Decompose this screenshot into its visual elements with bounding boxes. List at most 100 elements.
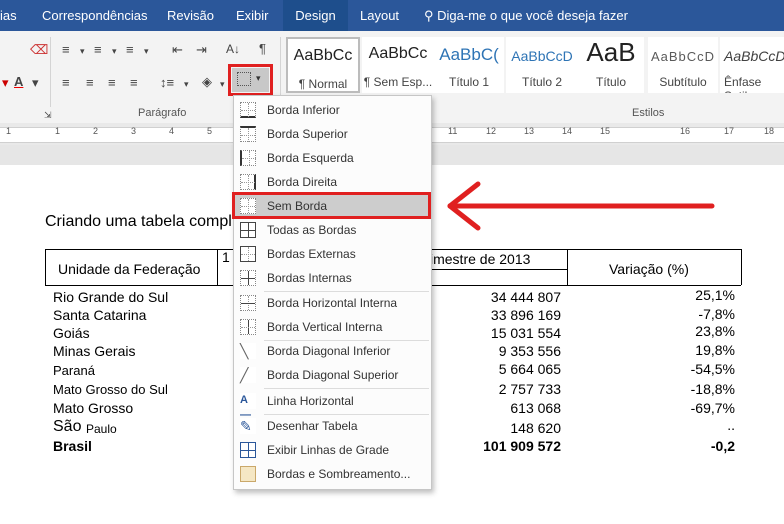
line-spacing-icon[interactable]: ↕≡ (160, 75, 174, 91)
numbering-dropdown-icon[interactable]: ▾ (112, 43, 117, 59)
paragraph-group-label: Parágrafo (138, 107, 187, 119)
align-right-icon[interactable]: ≡ (108, 75, 116, 91)
tab-correspondencias[interactable]: Correspondências (42, 0, 148, 31)
style-name: ¶ Normal (298, 77, 348, 91)
tell-me-text: Diga-me o que você deseja fazer (437, 8, 628, 23)
tab-revisao[interactable]: Revisão (167, 0, 214, 31)
menu-item-label: Desenhar Tabela (267, 419, 358, 433)
ruler-number: 4 (169, 126, 175, 136)
numbering-icon[interactable]: ≡ (94, 42, 102, 58)
menu-item-borda-horizontal-interna[interactable]: Borda Horizontal Interna (234, 291, 431, 315)
tab-referencias[interactable]: ias (0, 0, 17, 31)
tab-exibir[interactable]: Exibir (236, 0, 269, 31)
menu-item-exibir-linhas-de-grade[interactable]: Exibir Linhas de Grade (234, 438, 431, 462)
sem-borda-highlight (232, 192, 431, 219)
table-col-divider (567, 249, 568, 285)
menu-item-borda-diagonal-inferior[interactable]: ╲ Borda Diagonal Inferior (234, 339, 431, 363)
row-state: Paraná (53, 363, 95, 378)
justify-icon[interactable]: ≡ (130, 75, 138, 91)
menu-item-borda-esquerda[interactable]: Borda Esquerda (234, 146, 431, 170)
diagonal-down-border-icon: ╲ (240, 343, 256, 359)
menu-item-borda-vertical-interna[interactable]: Borda Vertical Interna (234, 315, 431, 339)
row-state: Rio Grande do Sul (53, 289, 169, 305)
menu-item-borda-direita[interactable]: Borda Direita (234, 170, 431, 194)
menu-item-bordas-internas[interactable]: Bordas Internas (234, 266, 431, 290)
style-subtitulo[interactable]: AaBbCcD Subtítulo (648, 37, 718, 93)
row-state-suffix: Paulo (86, 422, 117, 436)
style-name: Subtítulo (659, 75, 707, 89)
row-variation: -54,5% (690, 361, 735, 377)
sort-icon[interactable]: A↓ (226, 41, 240, 57)
font-dialog-launcher-icon[interactable]: ⇲ (44, 107, 52, 123)
row-variation-total: -0,2 (710, 438, 735, 454)
align-left-icon[interactable]: ≡ (62, 75, 70, 91)
increase-indent-icon[interactable]: ⇥ (196, 42, 207, 58)
menu-item-bordas-externas[interactable]: Bordas Externas (234, 242, 431, 266)
row-variation: .. (727, 417, 735, 433)
menu-item-linha-horizontal[interactable]: A— Linha Horizontal (234, 389, 431, 421)
shading-dropdown-icon[interactable]: ▾ (220, 76, 225, 92)
shading-icon[interactable]: ◈ (202, 74, 212, 90)
style-enfase-sutil[interactable]: AaBbCcDi Ênfase Sutil (720, 37, 784, 93)
font-color-arrow-icon[interactable]: ▾ (2, 75, 9, 91)
col-header-unidade: Unidade da Federação (58, 261, 201, 277)
row-state: Minas Gerais (53, 343, 136, 359)
tell-me-box[interactable]: ⚲ Diga-me o que você deseja fazer (424, 0, 628, 31)
row-value: 148 620 (510, 420, 561, 436)
horizontal-line-icon: A— (240, 393, 256, 421)
row-variation: 19,8% (695, 342, 735, 358)
menu-item-desenhar-tabela[interactable]: ✎ Desenhar Tabela (234, 414, 431, 438)
table-subheader-border (430, 269, 568, 270)
style-name: Ênfase Sutil (724, 75, 762, 93)
align-center-icon[interactable]: ≡ (86, 75, 94, 91)
clear-formatting-icon[interactable]: ⌫ (30, 42, 48, 58)
tab-layout[interactable]: Layout (360, 0, 399, 31)
row-variation: 25,1% (695, 287, 735, 303)
show-marks-icon[interactable]: ¶ (259, 41, 266, 57)
menu-item-label: Borda Direita (267, 175, 338, 189)
menu-item-label: Bordas Internas (267, 271, 352, 285)
divider (50, 37, 51, 107)
inside-horizontal-border-icon (240, 295, 256, 311)
lightbulb-icon: ⚲ (424, 8, 434, 23)
menu-item-todas-as-bordas[interactable]: Todas as Bordas (234, 218, 431, 242)
ruler-number: 2 (93, 126, 99, 136)
menu-item-borda-superior[interactable]: Borda Superior (234, 122, 431, 146)
borders-icon (237, 72, 251, 86)
font-color-icon[interactable]: A (14, 74, 23, 90)
multilevel-list-icon[interactable]: ≡ (126, 42, 134, 58)
style-preview: AaBbCcDi (724, 48, 784, 64)
style-titulo-2[interactable]: AaBbCcD Título 2 (506, 37, 578, 93)
style-titulo-1[interactable]: AaBbC( Título 1 (434, 37, 504, 93)
tab-design[interactable]: Design (283, 0, 348, 31)
font-color-dropdown-icon[interactable]: ▾ (32, 75, 39, 91)
style-titulo[interactable]: AaB Título (578, 37, 644, 93)
bullets-icon[interactable]: ≡ (62, 42, 70, 58)
ruler-number: 16 (680, 126, 691, 136)
border-right-icon (240, 174, 256, 190)
row-variation: -69,7% (690, 400, 735, 416)
border-left-icon (240, 150, 256, 166)
row-value: 34 444 807 (490, 289, 561, 305)
decrease-indent-icon[interactable]: ⇤ (172, 42, 183, 58)
style-normal[interactable]: AaBbCc ¶ Normal (286, 37, 360, 93)
row-state: São (53, 418, 82, 435)
col-header-variacao: Variação (%) (609, 261, 689, 277)
row-state: Mato Grosso (53, 400, 134, 416)
borders-button[interactable]: ▾ (232, 68, 269, 92)
line-spacing-dropdown-icon[interactable]: ▾ (184, 76, 189, 92)
menu-item-bordas-e-sombreamento[interactable]: Bordas e Sombreamento... (234, 462, 431, 486)
menu-item-borda-inferior[interactable]: Borda Inferior (234, 98, 431, 122)
row-state: Goiás (53, 325, 90, 341)
menu-item-borda-diagonal-superior[interactable]: ╱ Borda Diagonal Superior (234, 363, 431, 387)
style-name: Título 2 (521, 75, 563, 89)
col-header-trimestre: imestre de 2013 (430, 251, 531, 267)
multilevel-dropdown-icon[interactable]: ▾ (144, 43, 149, 59)
menu-item-label: Linha Horizontal (267, 394, 354, 408)
style-sem-espacamento[interactable]: AaBbCc ¶ Sem Esp... (362, 37, 434, 93)
menu-item-label: Borda Horizontal Interna (267, 296, 398, 310)
row-variation: -7,8% (698, 306, 735, 322)
row-value-total: 101 909 572 (483, 438, 561, 454)
row-value: 9 353 556 (498, 343, 561, 359)
bullets-dropdown-icon[interactable]: ▾ (80, 43, 85, 59)
